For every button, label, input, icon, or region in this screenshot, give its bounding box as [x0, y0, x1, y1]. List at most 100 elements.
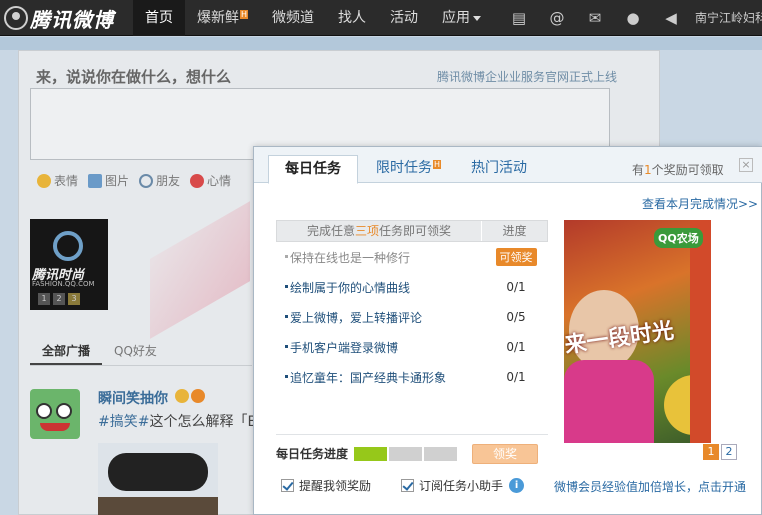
- fashion-logo-icon: [53, 231, 83, 261]
- emoji-button[interactable]: 表情: [37, 172, 78, 189]
- nav-find-people[interactable]: 找人: [326, 0, 378, 36]
- heart-icon: [190, 173, 205, 188]
- friend-button[interactable]: 朋友: [139, 172, 180, 189]
- progress-segment: [389, 446, 423, 461]
- tab-daily-tasks[interactable]: 每日任务: [268, 155, 358, 184]
- avatar[interactable]: [30, 389, 80, 439]
- post-author[interactable]: 瞬间笑抽你: [98, 388, 168, 408]
- post-text: #搞笑#这个怎么解释「B: [98, 411, 253, 431]
- image-button[interactable]: 图片: [88, 172, 129, 189]
- ad-page-3[interactable]: 3: [68, 293, 80, 305]
- weibo-logo-icon: [4, 6, 28, 30]
- nav-apps[interactable]: 应用: [430, 0, 493, 36]
- at-icon[interactable]: @: [538, 0, 576, 36]
- smiley-icon: [37, 173, 51, 188]
- task-progress: 0/1: [506, 340, 526, 354]
- task-rule-header: 完成任意三项任务即可领奖: [277, 221, 482, 241]
- tab-limited-tasks-label: 限时任务: [376, 160, 432, 176]
- task-name: 保持在线也是一种修行: [276, 249, 486, 266]
- fashion-ad-pager: 1 2 3: [38, 293, 80, 305]
- compose-icon[interactable]: ▤: [500, 0, 538, 36]
- at-friend-icon: [139, 173, 154, 188]
- banner-page-1[interactable]: 1: [703, 444, 719, 460]
- post-hashtag[interactable]: #搞笑#: [98, 414, 149, 430]
- user-icon[interactable]: ●: [614, 0, 652, 36]
- announcement-link[interactable]: 腾讯微博企业业服务官网正式上线: [437, 68, 617, 85]
- volume-icon[interactable]: ◀: [652, 0, 690, 36]
- tab-limited-tasks[interactable]: 限时任务 H: [360, 155, 457, 184]
- tab-hot-events[interactable]: 热门活动: [455, 155, 543, 184]
- subscribe-label: 订阅任务小助手: [419, 479, 504, 493]
- claim-reward-badge[interactable]: 可领奖: [495, 248, 537, 266]
- rule-highlight: 三项: [354, 224, 379, 238]
- reward-prefix: 有: [632, 163, 645, 177]
- main-nav: 首页 爆新鲜 H 微频道 找人 活动 应用: [133, 0, 493, 36]
- tab-hot-events-label: 热门活动: [471, 160, 527, 176]
- close-icon[interactable]: ×: [739, 158, 753, 172]
- mood-label: 心情: [207, 174, 232, 188]
- nav-events-label: 活动: [390, 10, 419, 26]
- image-icon: [88, 173, 103, 188]
- hot-badge: H: [240, 10, 249, 19]
- tab-daily-tasks-label: 每日任务: [285, 161, 341, 177]
- claim-reward-button[interactable]: 领奖: [472, 444, 538, 464]
- friend-label: 朋友: [156, 174, 181, 188]
- daily-progress: 每日任务进度: [276, 445, 459, 462]
- promo-banner[interactable]: QQ农场 来一段时光: [564, 220, 711, 443]
- chevron-down-icon: [473, 15, 482, 21]
- subscribe-checkbox[interactable]: [401, 479, 415, 492]
- brand-name: 腾讯微博: [30, 7, 114, 32]
- mood-button[interactable]: 心情: [190, 172, 231, 189]
- task-progress: 0/1: [506, 370, 526, 384]
- remind-label: 提醒我领奖励: [299, 479, 372, 493]
- task-name[interactable]: 绘制属于你的心情曲线: [276, 279, 486, 296]
- nav-channels[interactable]: 微频道: [260, 0, 326, 36]
- info-icon[interactable]: i: [509, 478, 525, 493]
- task-table-header: 完成任意三项任务即可领奖 进度: [276, 220, 548, 242]
- avatar-eye: [36, 403, 52, 419]
- banner-page-2[interactable]: 2: [721, 444, 737, 460]
- nav-home-label: 首页: [145, 10, 173, 26]
- task-row: 追忆童年：国产经典卡通形象 0/1: [276, 362, 548, 392]
- image-label: 图片: [105, 174, 130, 188]
- ad-page-2[interactable]: 2: [53, 293, 65, 305]
- divider: [276, 434, 548, 435]
- monthly-summary-link[interactable]: 查看本月完成情况>>: [642, 195, 758, 212]
- avatar-eye: [56, 403, 72, 419]
- fashion-ad[interactable]: 腾讯时尚 FASHION.QQ.COM 1 2 3: [30, 219, 108, 310]
- reward-info: 有1个奖励可领取: [632, 161, 724, 178]
- remind-option[interactable]: 提醒我领奖励: [281, 477, 371, 494]
- nav-events[interactable]: 活动: [378, 0, 430, 36]
- task-name[interactable]: 手机客户端登录微博: [276, 339, 486, 356]
- user-location[interactable]: 南宁江岭妇科: [695, 0, 762, 36]
- nav-channels-label: 微频道: [272, 10, 315, 26]
- vip-upgrade-link[interactable]: 微博会员经验值加倍增长，点击开通: [554, 478, 746, 495]
- tank-car-shape: [108, 453, 208, 491]
- task-table: 完成任意三项任务即可领奖 进度 保持在线也是一种修行 可领奖 绘制属于你的心情曲…: [276, 220, 548, 392]
- mail-icon[interactable]: ✉: [576, 0, 614, 36]
- avatar-mouth: [40, 423, 70, 431]
- feed-tabs: 全部广播 QQ好友: [30, 336, 252, 366]
- reward-count: 1: [644, 163, 652, 177]
- tab-all-broadcasts[interactable]: 全部广播: [30, 336, 103, 365]
- post-image[interactable]: [98, 443, 218, 515]
- banner-pager: 1 2: [703, 444, 737, 460]
- nav-find-people-label: 找人: [338, 10, 367, 26]
- composer-toolbar: 表情 图片 朋友 心情: [37, 172, 231, 189]
- nav-hot[interactable]: 爆新鲜 H: [185, 0, 260, 36]
- nav-home[interactable]: 首页: [133, 0, 185, 36]
- remind-checkbox[interactable]: [281, 479, 294, 492]
- weibo-logo[interactable]: 腾讯微博: [4, 4, 114, 32]
- tab-qq-friends[interactable]: QQ好友: [102, 336, 169, 365]
- vip-badge-icon[interactable]: [175, 389, 189, 403]
- subscribe-option[interactable]: 订阅任务小助手 i: [401, 477, 525, 494]
- ad-page-1[interactable]: 1: [38, 293, 50, 305]
- progress-header: 进度: [502, 224, 527, 238]
- emoji-label: 表情: [54, 174, 79, 188]
- task-name[interactable]: 追忆童年：国产经典卡通形象: [276, 369, 486, 386]
- popup-options: 提醒我领奖励 订阅任务小助手 i: [281, 477, 554, 494]
- star-badge-icon[interactable]: [191, 389, 205, 403]
- rule-post: 任务即可领奖: [379, 224, 452, 238]
- top-nav-bar: 腾讯微博 首页 爆新鲜 H 微频道 找人 活动 应用 ▤ @ ✉ ● ◀ 南宁江岭…: [0, 0, 762, 36]
- task-name[interactable]: 爱上微博，爱上转播评论: [276, 309, 486, 326]
